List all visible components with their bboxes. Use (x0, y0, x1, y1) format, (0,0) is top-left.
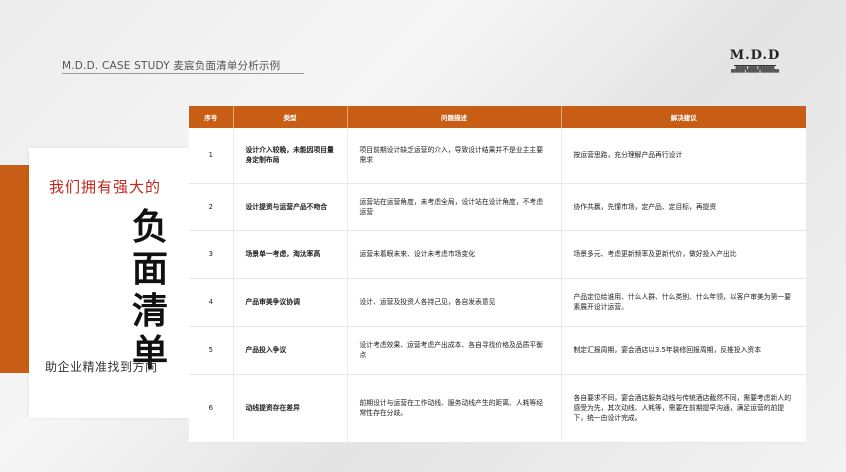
row-solution: 按运营思路，充分理解产品再行设计 (561, 128, 806, 184)
table-header-row: 序号 类型 问题描述 解决建议 (189, 106, 806, 128)
issues-table: 序号 类型 问题描述 解决建议 1 设计介入较晚，未能因项目量身定制布局 项目前… (189, 106, 806, 443)
table-row: 3 场景单一考虑，淘汰率高 运营未着眼未来、设计未考虑市场变化 场景多元、考虑更… (189, 230, 806, 279)
col-header-solution: 解决建议 (561, 106, 806, 128)
row-type: 设计提资与运营产品不吻合 (233, 183, 348, 231)
col-header-type: 类型 (233, 106, 348, 128)
row-number: 1 (189, 128, 234, 184)
row-number: 3 (189, 230, 234, 279)
row-type: 产品投入争议 (233, 326, 348, 375)
row-type: 产品审美争议协调 (233, 278, 348, 327)
company-logo: M.D.D █████ ████ ███████ ██████ ██████ █… (729, 48, 781, 73)
row-description: 设计、运营及投资人各持己见，各自发表意见 (347, 278, 562, 327)
headline-char-3: 清 (131, 290, 168, 332)
page-header-title: M.D.D. CASE STUDY 麦宸负面清单分析示例 (62, 60, 281, 72)
row-description: 设计考虑效果、运营考虑产出成本、各自寻找价格及品质平衡点 (347, 326, 562, 375)
row-solution: 协作共赢，先懂市场，定产品、定目标，再提资 (561, 183, 806, 231)
accent-bar (0, 165, 29, 373)
headline-big: 负 面 清 单 (125, 206, 175, 374)
logo-subtitle-2: ██████ ██████ ████████ (730, 69, 780, 73)
row-description: 前期设计与运营在工作动线、服务动线产生的距离、人耗等经常性存在分歧。 (347, 374, 562, 443)
row-type: 设计介入较晚，未能因项目量身定制布局 (233, 128, 348, 184)
row-description: 项目前期设计缺乏运营的介入，导致设计结果并不是业主主要需求 (347, 128, 562, 184)
header-rule (62, 73, 304, 74)
logo-text: M.D.D (729, 48, 781, 63)
row-description: 运营站在运营角度，未考虑全局，设计站在设计角度，不考虑运营 (347, 183, 562, 231)
headline-panel: 我们拥有强大的 负 面 清 单 助企业精准找到方向 (29, 148, 189, 418)
row-number: 4 (189, 278, 234, 327)
row-solution: 场景多元、考虑更新频率及更新代价，做好投入产出比 (561, 230, 806, 279)
table-row: 4 产品审美争议协调 设计、运营及投资人各持己见，各自发表意见 产品定位给谁用、… (189, 278, 806, 327)
table-row: 6 动线提资存在差异 前期设计与运营在工作动线、服务动线产生的距离、人耗等经常性… (189, 374, 806, 443)
headline-top: 我们拥有强大的 (49, 178, 162, 196)
row-number: 5 (189, 326, 234, 375)
row-solution: 制定汇报周期，宴会酒店以3.5年装修回报周期，反推投入资本 (561, 326, 806, 375)
col-header-desc: 问题描述 (347, 106, 562, 128)
row-number: 2 (189, 183, 234, 231)
headline-bottom: 助企业精准找到方向 (45, 360, 158, 374)
table-row: 1 设计介入较晚，未能因项目量身定制布局 项目前期设计缺乏运营的介入，导致设计结… (189, 128, 806, 184)
col-header-no: 序号 (189, 106, 234, 128)
row-number: 6 (189, 374, 234, 443)
row-type: 场景单一考虑，淘汰率高 (233, 230, 348, 279)
table-row: 5 产品投入争议 设计考虑效果、运营考虑产出成本、各自寻找价格及品质平衡点 制定… (189, 326, 806, 375)
row-solution: 产品定位给谁用、什么人群、什么类别、什么年领，以客户审美为第一要素展开设计运营。 (561, 278, 806, 327)
headline-char-1: 负 (131, 206, 168, 248)
table-row: 2 设计提资与运营产品不吻合 运营站在运营角度，未考虑全局，设计站在设计角度，不… (189, 183, 806, 231)
headline-char-2: 面 (131, 248, 168, 290)
row-description: 运营未着眼未来、设计未考虑市场变化 (347, 230, 562, 279)
row-type: 动线提资存在差异 (233, 374, 348, 443)
row-solution: 各自要求不同，宴会酒店服务动线与传统酒店截然不同，需要考虑新人的感受为先，其次动… (561, 374, 806, 443)
